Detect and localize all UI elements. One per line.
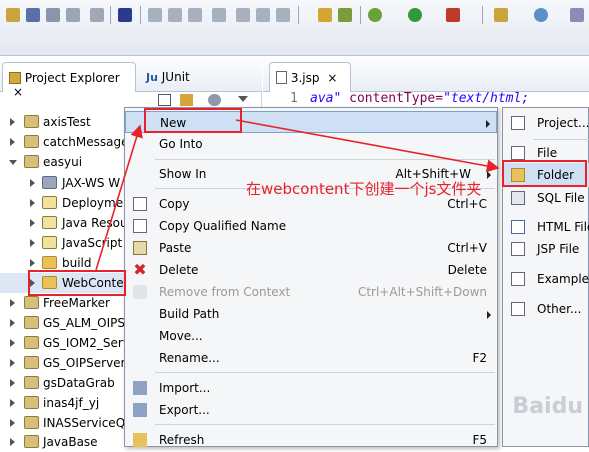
baidu-watermark: Baidu: [512, 394, 583, 419]
annotation-text: 在webcontent下创建一个js文件夹: [246, 180, 482, 198]
annotation-arrows: [95, 119, 500, 271]
arrow-to-folder: [235, 119, 500, 173]
arrow-to-new: [95, 124, 143, 271]
